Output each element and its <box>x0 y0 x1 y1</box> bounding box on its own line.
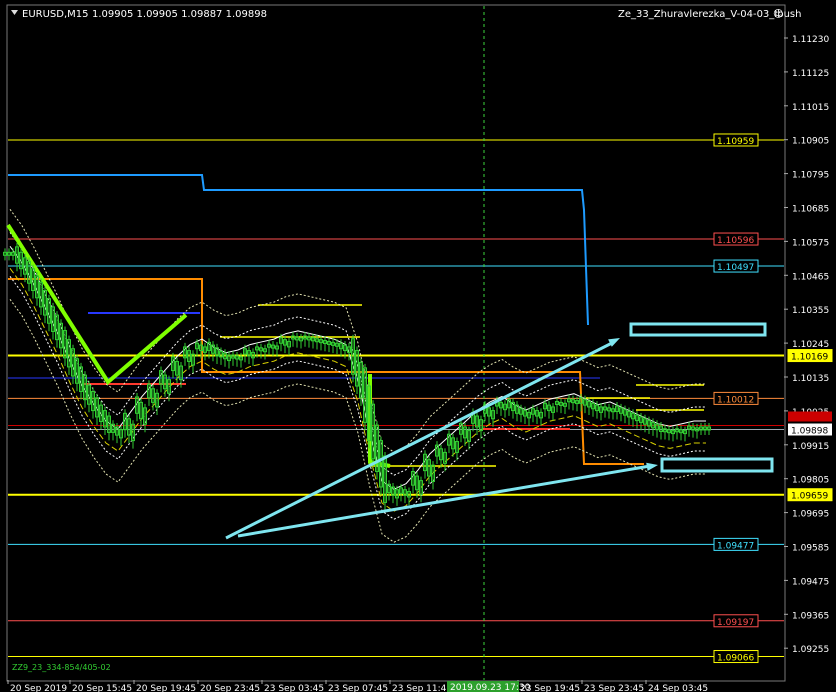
time-tick-label: 24 Sep 03:45 <box>648 684 708 692</box>
price-chart[interactable]: 1.11230 1.11125 1.11015 1.10905 1.10795 1.106… <box>0 0 836 692</box>
price-axis: 1.11230 1.11125 1.11015 1.10905 1.10795 1.106… <box>784 35 829 655</box>
indicator-footer-label: ZZ9_23_334-854/405-02 <box>12 663 111 672</box>
overlay-lines <box>6 6 706 680</box>
price-level-label: 1.10959 <box>717 137 754 147</box>
time-tick-label: 23 Sep 07:45 <box>328 684 388 692</box>
time-tick-label: 20 Sep 19:45 <box>136 684 196 692</box>
lower-band <box>9 299 706 543</box>
price-tick-label: 1.11015 <box>792 103 829 113</box>
time-tick-label: 20 Sep 23:45 <box>200 684 260 692</box>
price-tick-label: 1.09805 <box>792 476 829 486</box>
price-tick-label: 1.10245 <box>792 340 829 350</box>
price-tick-label: 1.11125 <box>792 69 829 79</box>
price-level-label: 1.09477 <box>717 541 754 551</box>
price-tick-label: 1.10135 <box>792 374 829 384</box>
price-tick-label: 1.09255 <box>792 645 829 655</box>
price-level-label: 1.09197 <box>717 618 754 628</box>
target-box-lower[interactable] <box>660 457 774 473</box>
price-tick-label: 1.09475 <box>792 577 829 587</box>
time-tick-label: 20 Sep 2019 <box>10 684 67 692</box>
price-level-label: 1.10012 <box>717 395 754 405</box>
price-tick-label: 1.10355 <box>792 306 829 316</box>
time-axis: 20 Sep 2019 20 Sep 15:45 20 Sep 19:45 20 Se… <box>7 680 708 692</box>
price-tick-label: 1.09695 <box>792 510 829 520</box>
blue-step-line <box>8 174 589 326</box>
price-tick-label: 1.09365 <box>792 611 829 621</box>
price-tick-label: 1.10465 <box>792 272 829 282</box>
zigzag-line <box>6 223 188 386</box>
price-tick-label: 1.09915 <box>792 442 829 452</box>
cursor-time-label: 2019.09.23 17:30 <box>450 683 531 692</box>
chart-menu-triangle-icon[interactable] <box>11 10 18 15</box>
price-level-label: 1.10497 <box>717 263 754 273</box>
price-tick-label: 1.10685 <box>792 205 829 215</box>
trend-arrow-lower-head[interactable] <box>646 462 658 471</box>
ohlc-values: 1.09905 1.09905 1.09887 1.09898 <box>92 9 267 20</box>
symbol-label: EURUSD,M15 <box>22 9 88 20</box>
price-tick-label: 1.11230 <box>792 35 829 45</box>
price-level-label: 1.10596 <box>717 236 754 246</box>
upper-band <box>9 209 706 453</box>
price-level-label: 1.09659 <box>791 492 828 502</box>
price-tick-label: 1.10905 <box>792 137 829 147</box>
time-tick-label: 23 Sep 23:45 <box>584 684 644 692</box>
chart-frame <box>6 4 786 682</box>
target-box-upper[interactable] <box>629 322 767 337</box>
ask-price-box <box>788 411 832 422</box>
smiley-icon[interactable]: ☺ <box>773 9 783 20</box>
time-tick-label: 23 Sep 11:45 <box>392 684 452 692</box>
current-price-label: 1.09898 <box>791 427 828 437</box>
price-level-label: 1.10169 <box>791 353 828 363</box>
time-tick-label: 23 Sep 03:45 <box>264 684 324 692</box>
price-tick-label: 1.10795 <box>792 171 829 181</box>
price-tick-label: 1.09585 <box>792 544 829 554</box>
price-level-label: 1.09066 <box>717 654 754 664</box>
time-tick-label: 20 Sep 15:45 <box>72 684 132 692</box>
price-tick-label: 1.10575 <box>792 238 829 248</box>
level-lines <box>8 139 784 658</box>
